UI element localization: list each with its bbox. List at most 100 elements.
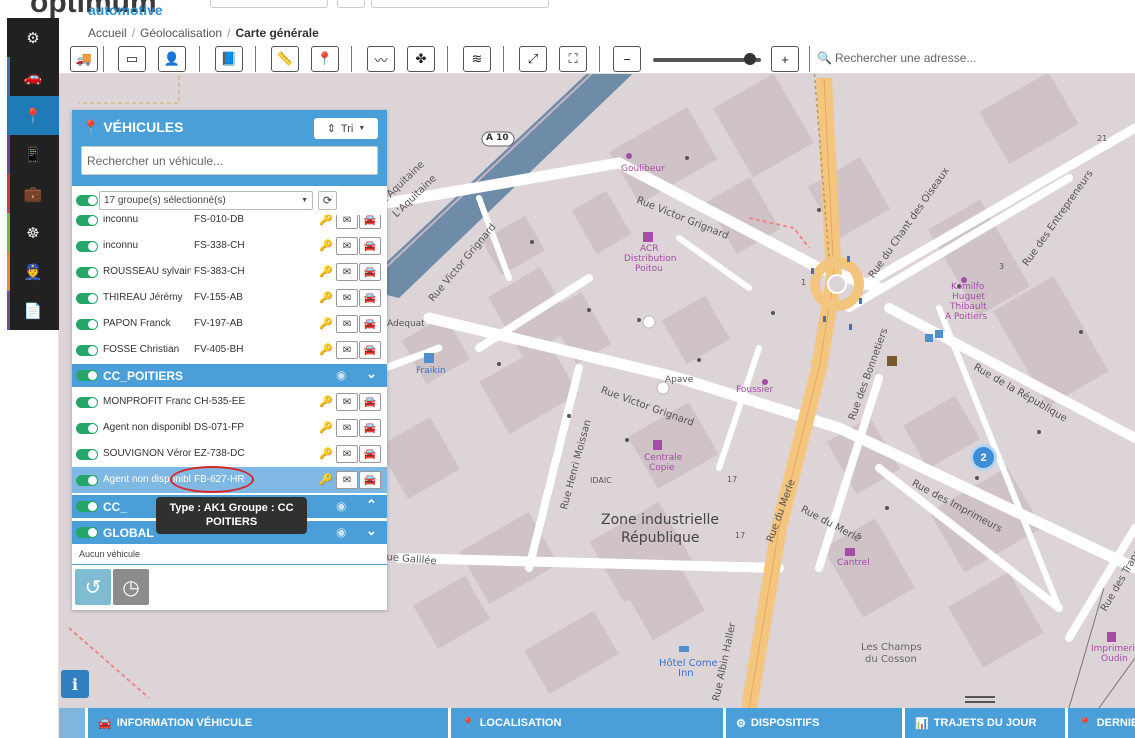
message-icon[interactable]: ✉ — [336, 445, 358, 463]
vehicle-toggle[interactable] — [76, 475, 98, 486]
rail-devices-icon[interactable]: 📱 — [7, 135, 59, 174]
vehicle-driver: PAPON Franck — [103, 318, 171, 329]
vehicle-plate: FS-338-CH — [194, 240, 245, 251]
chevron-up-icon[interactable]: ⌃ — [366, 497, 377, 513]
car-icon[interactable]: 🚘 — [359, 393, 381, 411]
tab-daily-trips[interactable]: 📊 TRAJETS DU JOUR — [905, 708, 1065, 738]
poi-cluster-icon[interactable]: ✤ — [407, 46, 435, 72]
route-icon[interactable]: 〰 — [367, 46, 395, 72]
toolbar-separator — [447, 46, 448, 72]
tab-devices[interactable]: ⚙ DISPOSITIFS — [726, 708, 902, 738]
car-icon[interactable]: 🚘 — [359, 445, 381, 463]
vehicle-row[interactable]: FOSSE Christian FV-405-BH 🔑 ✉ 🚘 — [72, 337, 387, 363]
group-toggle[interactable] — [76, 370, 98, 381]
vehicle-row[interactable]: ROUSSEAU sylvain FS-383-CH 🔑 ✉ 🚘 — [72, 259, 387, 285]
chevron-down-icon[interactable]: ⌄ — [366, 523, 377, 539]
rail-documents-icon[interactable]: 📄 — [7, 291, 59, 330]
vehicle-plate: FV-405-BH — [194, 344, 244, 355]
message-icon[interactable]: ✉ — [336, 419, 358, 437]
tab-collapse[interactable] — [59, 708, 85, 738]
vehicle-row[interactable]: inconnu FS-010-DB 🔑 ✉ 🚘 — [72, 215, 387, 233]
book-icon[interactable]: 📘 — [215, 46, 243, 72]
rail-settings-icon[interactable]: ⚙ — [7, 18, 59, 57]
rail-business-icon[interactable]: 💼 — [7, 174, 59, 213]
address-search-input[interactable] — [835, 47, 1125, 69]
message-icon[interactable]: ✉ — [336, 471, 358, 489]
globe-icon[interactable]: ◉ — [336, 499, 346, 513]
refresh-button[interactable]: ⟳ — [318, 191, 337, 210]
rail-vehicles-icon[interactable]: 🚗 — [7, 57, 59, 96]
group-toggle[interactable] — [76, 501, 98, 512]
message-icon[interactable]: ✉ — [336, 215, 358, 229]
vehicle-toggle[interactable] — [76, 241, 98, 252]
vehicle-toggle[interactable] — [76, 267, 98, 278]
vehicle-row[interactable]: THIREAU Jérémy FV-155-AB 🔑 ✉ 🚘 — [72, 285, 387, 311]
sort-dropdown[interactable]: ⇕ Tri ▼ — [314, 118, 378, 139]
zoom-in-icon[interactable]: + — [771, 46, 799, 72]
message-icon[interactable]: ✉ — [336, 315, 358, 333]
message-icon[interactable]: ✉ — [336, 393, 358, 411]
vehicle-toggle[interactable] — [76, 423, 98, 434]
vehicle-toggle[interactable] — [76, 449, 98, 460]
vehicle-search-input[interactable] — [81, 146, 378, 175]
vehicle-cluster-marker[interactable]: 2 — [970, 444, 997, 471]
group-select[interactable]: 17 groupe(s) sélectionné(s) ▼ — [99, 191, 313, 210]
pin-icon[interactable]: 📍 — [311, 46, 339, 72]
timer-icon: ◷ — [122, 576, 140, 599]
top-header: optimum automotive — [0, 0, 1135, 19]
drag-handle[interactable] — [965, 696, 995, 703]
tab-location[interactable]: 📍 LOCALISATION — [451, 708, 723, 738]
info-icon[interactable]: i — [61, 670, 89, 698]
vehicle-row[interactable]: MONPROFIT Franck CH-535-EE 🔑 ✉ 🚘 — [72, 389, 387, 415]
vehicle-toggle[interactable] — [76, 215, 98, 226]
fullscreen-icon[interactable]: ⤢ — [519, 46, 547, 72]
breadcrumb-section[interactable]: Géolocalisation — [140, 26, 222, 40]
layers-icon[interactable]: ≋ — [463, 46, 491, 72]
rail-geolocation-icon[interactable]: 📍 — [7, 96, 59, 135]
driver-icon[interactable]: 👤 — [158, 46, 186, 72]
vehicle-row[interactable]: SOUVIGNON Véronique EZ-738-DC 🔑 ✉ 🚘 — [72, 441, 387, 467]
message-icon[interactable]: ✉ — [336, 263, 358, 281]
groups-toggle[interactable] — [76, 195, 98, 206]
rail-driver-icon[interactable]: 👮 — [7, 252, 59, 291]
truck-icon[interactable]: 🚚 — [70, 46, 98, 72]
message-icon[interactable]: ✉ — [336, 341, 358, 359]
globe-icon[interactable]: ◉ — [336, 368, 346, 382]
car-icon[interactable]: 🚘 — [359, 289, 381, 307]
car-icon[interactable]: 🚘 — [359, 315, 381, 333]
vehicle-toggle[interactable] — [76, 293, 98, 304]
car-icon[interactable]: 🚘 — [359, 341, 381, 359]
ruler-icon[interactable]: 📏 — [271, 46, 299, 72]
globe-icon[interactable]: ◉ — [336, 525, 346, 539]
vehicle-row[interactable]: inconnu FS-338-CH 🔑 ✉ 🚘 — [72, 233, 387, 259]
fuel-card-icon[interactable]: ▭ — [118, 46, 146, 72]
header-search[interactable] — [371, 0, 549, 8]
header-dropdown[interactable] — [210, 0, 328, 8]
car-icon[interactable]: 🚘 — [359, 237, 381, 255]
message-icon[interactable]: ✉ — [336, 289, 358, 307]
chevron-down-icon[interactable]: ⌄ — [366, 366, 377, 382]
vehicle-toggle[interactable] — [76, 397, 98, 408]
history-button[interactable]: ↺ — [75, 569, 111, 605]
header-button[interactable] — [337, 0, 365, 8]
tab-vehicle-info[interactable]: 🚘 INFORMATION VÉHICULE — [88, 708, 448, 738]
breadcrumb-home[interactable]: Accueil — [88, 26, 127, 40]
vehicle-row[interactable]: Agent non disponible DS-071-FP 🔑 ✉ 🚘 — [72, 415, 387, 441]
car-icon[interactable]: 🚘 — [359, 263, 381, 281]
zoom-area-icon[interactable]: ⛶ — [559, 46, 587, 72]
tab-last[interactable]: 📍DERNIER — [1068, 708, 1135, 738]
rail-driving-icon[interactable]: ☸ — [7, 213, 59, 252]
group-header-poitiers[interactable]: CC_POITIERS ◉ ⌄ — [72, 364, 387, 387]
message-icon[interactable]: ✉ — [336, 237, 358, 255]
car-icon[interactable]: 🚘 — [359, 471, 381, 489]
zoom-out-icon[interactable]: − — [613, 46, 641, 72]
group-toggle[interactable] — [76, 527, 98, 538]
vehicle-row[interactable]: PAPON Franck FV-197-AB 🔑 ✉ 🚘 — [72, 311, 387, 337]
vehicle-toggle[interactable] — [76, 345, 98, 356]
vehicle-toggle[interactable] — [76, 319, 98, 330]
zoom-slider-thumb[interactable] — [744, 53, 756, 65]
toolbar-separator — [199, 46, 200, 72]
car-icon[interactable]: 🚘 — [359, 419, 381, 437]
timer-button[interactable]: ◷ — [113, 569, 149, 605]
car-icon[interactable]: 🚘 — [359, 215, 381, 229]
